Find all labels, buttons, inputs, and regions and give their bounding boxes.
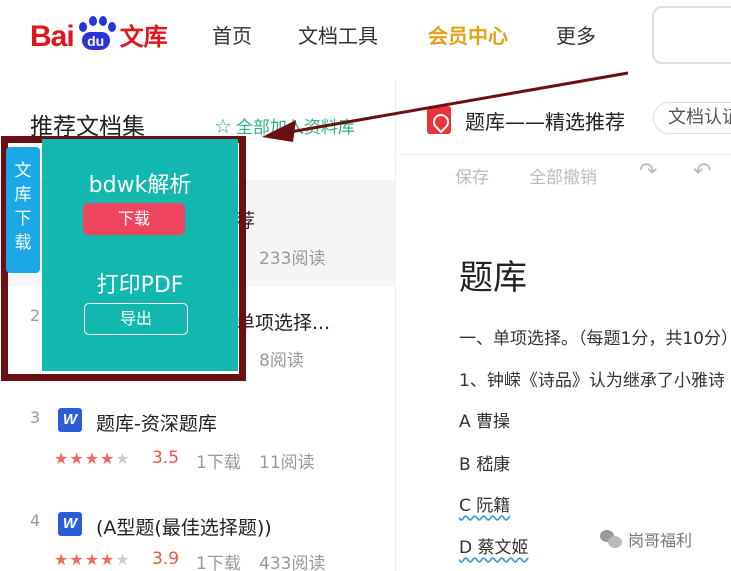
- paw-icon: du: [75, 16, 117, 54]
- edit-toolbar: 保存 全部撤销 ↷ ↶: [397, 154, 731, 196]
- rating-stars: ★★★★★: [54, 449, 131, 468]
- pdf-icon: [427, 106, 451, 134]
- doc-rating: 3.5: [152, 448, 180, 468]
- document-title: 题库——精选推荐: [465, 110, 625, 134]
- viewer-header: 题库——精选推荐 文档认证: [397, 80, 731, 152]
- export-button[interactable]: 导出: [84, 303, 188, 335]
- search-input[interactable]: [652, 6, 731, 64]
- doc-downloads: 1下载: [196, 453, 241, 473]
- wechat-icon: [600, 530, 622, 548]
- undo-icon[interactable]: ↶: [693, 159, 711, 184]
- doc-reads: 233阅读: [259, 249, 326, 269]
- document-heading: 题库: [459, 258, 527, 298]
- doc-downloads: 1下载: [196, 554, 241, 571]
- logo-wenku-text: 文库: [119, 23, 168, 51]
- parse-title: bdwk解析: [88, 173, 192, 198]
- tab-char: 载: [14, 233, 32, 253]
- save-button[interactable]: 保存: [455, 163, 489, 188]
- nav-more[interactable]: 更多: [556, 20, 596, 49]
- word-doc-icon: W: [58, 512, 82, 536]
- rating-stars: ★★★★★: [54, 550, 131, 569]
- baidu-wenku-logo[interactable]: Bai du 文库: [30, 14, 168, 54]
- logo-du-text: du: [81, 32, 110, 50]
- certified-doc-tag[interactable]: 文档认证: [653, 102, 731, 134]
- download-button[interactable]: 下载: [83, 203, 185, 235]
- nav-home[interactable]: 首页: [212, 20, 252, 49]
- document-page: 题库 一、单项选择。（每题1分，共10分） 1、钟嵘《诗品》认为继承了小雅诗 A…: [397, 200, 731, 571]
- wenku-download-tab[interactable]: 文 库 下 载: [6, 147, 40, 273]
- print-pdf-title: 打印PDF: [96, 273, 184, 298]
- doc-text-line: D 蔡文姬: [459, 538, 529, 558]
- doc-title: (A型题(最佳选择题)): [96, 517, 272, 539]
- redo-icon[interactable]: ↷: [639, 159, 657, 184]
- document-viewer: 题库——精选推荐 文档认证 保存 全部撤销 ↷ ↶ 题库 一、单项选择。（每题1…: [397, 80, 731, 571]
- doc-title: 单项选择...: [236, 312, 331, 334]
- star-outline-icon: ☆: [214, 113, 232, 138]
- doc-text-line: A 曹操: [459, 412, 511, 432]
- doc-reads: 433阅读: [259, 554, 326, 571]
- undo-all-button[interactable]: 全部撤销: [529, 163, 597, 188]
- top-header: Bai du 文库 首页 文档工具 会员中心 更多: [0, 0, 731, 78]
- wechat-watermark: 岗哥福利: [600, 527, 692, 551]
- tab-char: 文: [14, 161, 32, 181]
- logo-bai-text: Bai: [30, 20, 75, 53]
- doc-text-line: 一、单项选择。（每题1分，共10分）: [459, 329, 731, 349]
- add-all-to-library-link[interactable]: ☆ 全部加入资料库: [214, 113, 355, 139]
- doc-text-line: C 阮籍: [459, 496, 511, 516]
- doc-text-line: 1、钟嵘《诗品》认为继承了小雅诗: [459, 371, 725, 391]
- doc-number: 3: [30, 408, 41, 427]
- nav-vip-center[interactable]: 会员中心: [428, 20, 508, 49]
- download-plugin-panel: bdwk解析 下载 打印PDF 导出: [42, 139, 238, 371]
- doc-title: 题库-资深题库: [96, 413, 217, 435]
- doc-reads: 8阅读: [259, 351, 304, 371]
- watermark-text: 岗哥福利: [628, 531, 693, 550]
- doc-rating: 3.9: [152, 549, 180, 569]
- word-doc-icon: W: [58, 408, 82, 432]
- nav-doc-tools[interactable]: 文档工具: [298, 20, 378, 49]
- doc-number: 4: [30, 511, 41, 530]
- add-all-label: 全部加入资料库: [235, 118, 355, 138]
- doc-reads: 11阅读: [259, 453, 315, 473]
- tab-char: 下: [14, 209, 32, 229]
- tab-char: 库: [14, 185, 32, 205]
- doc-text-line: B 嵇康: [459, 455, 511, 475]
